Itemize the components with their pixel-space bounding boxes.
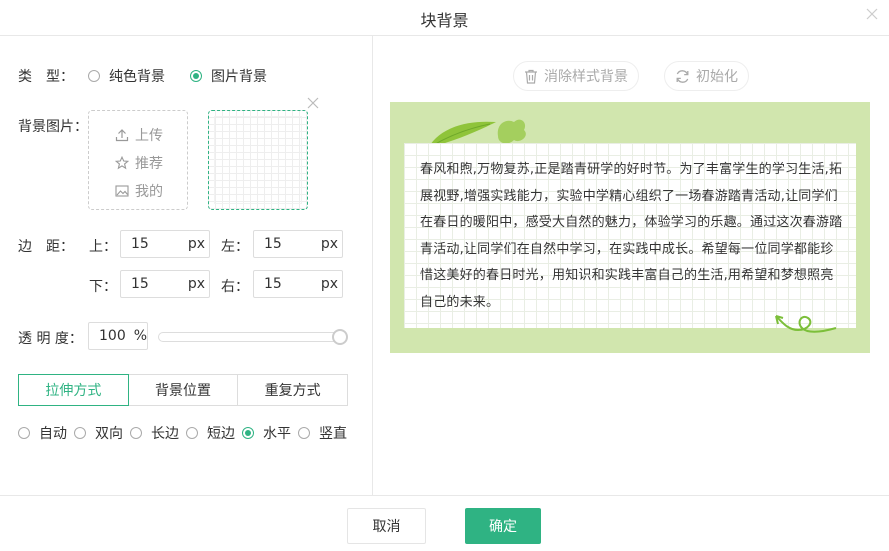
remove-image-icon[interactable] (307, 97, 319, 109)
swirl-decoration (775, 315, 837, 333)
unit-px: px (187, 236, 205, 252)
confirm-button[interactable]: 确定 (465, 508, 541, 544)
margin-right-value: 15 (264, 276, 282, 292)
radio-circle (130, 427, 142, 439)
cancel-button[interactable]: 取消 (347, 508, 426, 544)
upload-label: 上传 (135, 128, 163, 144)
settings-tabs: 拉伸方式 背景位置 重复方式 (18, 374, 349, 406)
margin-left-input[interactable]: 15 px (253, 230, 343, 258)
tab-position[interactable]: 背景位置 (128, 374, 239, 406)
star-icon (115, 156, 129, 170)
margin-top-value: 15 (131, 236, 149, 252)
trash-icon (525, 69, 537, 84)
reset-button[interactable]: 初始化 (664, 61, 749, 91)
clear-bg-label: 消除样式背景 (544, 69, 628, 85)
bg-image-label: 背景图片： (18, 119, 88, 135)
unit-px: px (320, 276, 338, 292)
opacity-value: 100 (99, 328, 126, 344)
radio-circle (242, 427, 254, 439)
clear-bg-button[interactable]: 消除样式背景 (513, 61, 639, 91)
radio-circle (186, 427, 198, 439)
margin-left-value: 15 (264, 236, 282, 252)
recommend-label: 推荐 (135, 156, 163, 172)
margin-left-label: 左： (221, 239, 249, 255)
opacity-unit: % (133, 328, 148, 344)
dialog-title: 块背景 (420, 11, 469, 30)
close-icon[interactable] (866, 8, 880, 22)
opacity-label: 透 明 度： (18, 331, 83, 347)
radio-vertical[interactable]: 竖直 (298, 423, 347, 443)
opacity-input[interactable]: 100 % (88, 322, 148, 350)
image-source-box: 上传 推荐 我的 (88, 110, 188, 210)
margin-top-input[interactable]: 15 px (120, 230, 210, 258)
radio-label: 自动 (39, 426, 67, 442)
settings-panel: 类 型： 纯色背景 图片背景 背景图片： 上传 推荐 我的 边 距： 上： 15… (0, 36, 373, 495)
radio-label: 短边 (207, 426, 235, 442)
radio-short-side[interactable]: 短边 (186, 423, 235, 443)
unit-px: px (187, 276, 205, 292)
radio-circle (88, 70, 100, 82)
preview-paper: 春风和煦,万物复苏,正是踏青研学的好时节。为了丰富学生的学习生活,拓展视野,增强… (404, 143, 856, 328)
radio-circle (298, 427, 310, 439)
preview-text: 春风和煦,万物复苏,正是踏青研学的好时节。为了丰富学生的学习生活,拓展视野,增强… (420, 162, 843, 310)
radio-label: 水平 (263, 426, 291, 442)
margin-top-label: 上： (89, 239, 117, 255)
radio-circle (190, 70, 202, 82)
unit-px: px (320, 236, 338, 252)
refresh-icon (676, 69, 689, 83)
radio-horizontal[interactable]: 水平 (242, 423, 291, 443)
radio-both[interactable]: 双向 (74, 423, 123, 443)
slider-thumb[interactable] (332, 329, 348, 345)
bg-image-thumbnail[interactable] (208, 110, 308, 210)
margin-label: 边 距： (18, 239, 74, 255)
recommend-button[interactable]: 推荐 (115, 153, 163, 173)
margin-right-label: 右： (221, 279, 249, 295)
radio-label: 纯色背景 (109, 69, 165, 85)
preview-panel: 消除样式背景 初始化 春风和煦,万物复苏,正是踏青研学的好时节。为了丰富学生的学… (374, 36, 889, 495)
radio-auto[interactable]: 自动 (18, 423, 67, 443)
image-icon (115, 185, 129, 197)
type-label: 类 型： (18, 69, 74, 85)
radio-circle (74, 427, 86, 439)
margin-right-input[interactable]: 15 px (253, 270, 343, 298)
tab-stretch[interactable]: 拉伸方式 (18, 374, 129, 406)
mine-button[interactable]: 我的 (115, 181, 163, 201)
upload-icon (115, 129, 129, 142)
reset-label: 初始化 (696, 69, 738, 85)
radio-label: 双向 (95, 426, 123, 442)
margin-bottom-value: 15 (131, 276, 149, 292)
preview-canvas: 春风和煦,万物复苏,正是踏青研学的好时节。为了丰富学生的学习生活,拓展视野,增强… (390, 102, 870, 353)
radio-image-bg[interactable]: 图片背景 (190, 66, 267, 86)
opacity-slider[interactable] (158, 329, 348, 345)
dialog-footer: 取消 确定 (0, 495, 889, 551)
radio-label: 长边 (151, 426, 179, 442)
slider-track (158, 332, 342, 342)
upload-button[interactable]: 上传 (115, 125, 163, 145)
margin-bottom-label: 下： (89, 279, 117, 295)
margin-bottom-input[interactable]: 15 px (120, 270, 210, 298)
tab-repeat[interactable]: 重复方式 (238, 374, 349, 406)
radio-long-side[interactable]: 长边 (130, 423, 179, 443)
thumbnail-inner (214, 116, 302, 204)
radio-label: 图片背景 (211, 69, 267, 85)
radio-solid-bg[interactable]: 纯色背景 (88, 66, 165, 86)
dialog-header: 块背景 (0, 0, 889, 36)
radio-label: 竖直 (319, 426, 347, 442)
mine-label: 我的 (135, 184, 163, 200)
radio-circle (18, 427, 30, 439)
